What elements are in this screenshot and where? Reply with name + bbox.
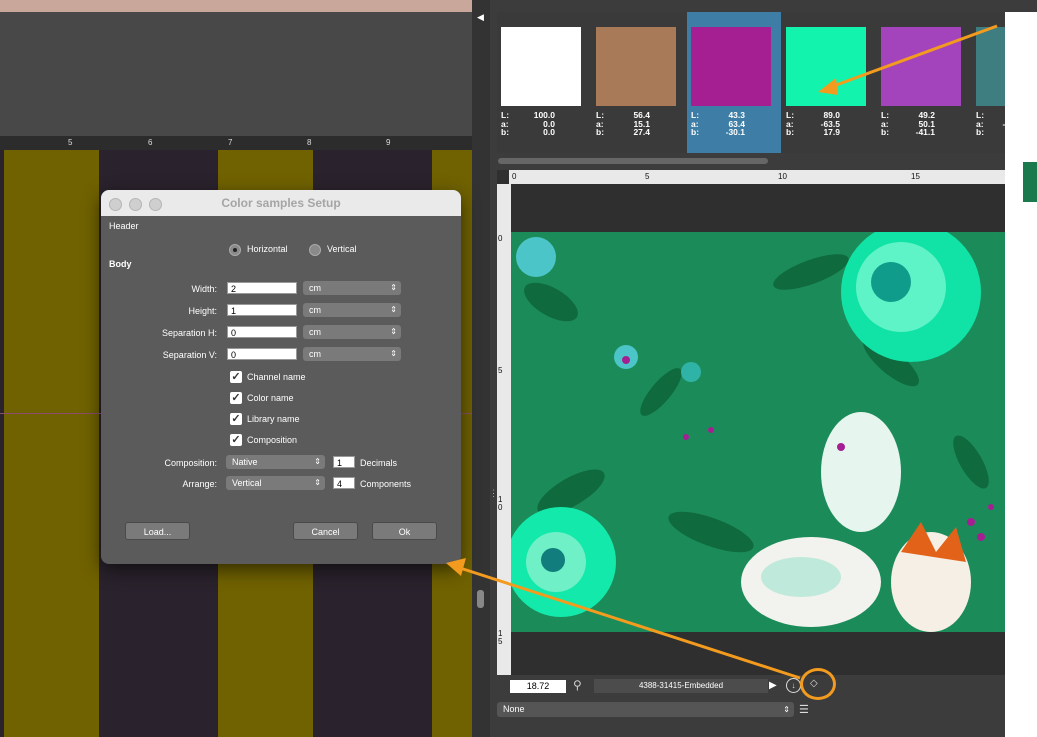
- annotation-arrow-line: [827, 24, 998, 90]
- annotation-arrow-line: [459, 566, 801, 680]
- annotation-arrow-head: [446, 558, 466, 576]
- annotation-arrow-head: [818, 78, 838, 95]
- annotation-arrows: [446, 24, 998, 680]
